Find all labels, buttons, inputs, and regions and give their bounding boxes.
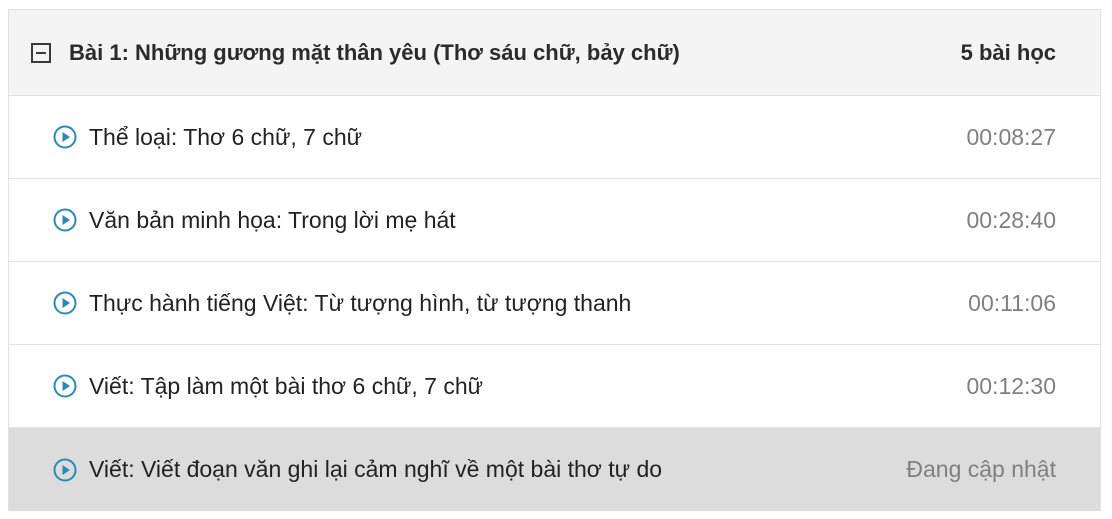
- play-circle-icon[interactable]: [53, 374, 77, 398]
- lesson-title: Văn bản minh họa: Trong lời mẹ hát: [89, 206, 456, 233]
- play-circle-icon[interactable]: [53, 291, 77, 315]
- lesson-item-1[interactable]: Thể loại: Thơ 6 chữ, 7 chữ 00:08:27: [9, 96, 1100, 179]
- play-circle-icon[interactable]: [53, 208, 77, 232]
- lesson-duration: 00:11:06: [968, 289, 1056, 316]
- lesson-title: Thực hành tiếng Việt: Từ tượng hình, từ …: [89, 289, 632, 316]
- play-circle-icon[interactable]: [53, 458, 77, 482]
- lesson-count: 5 bài học: [960, 39, 1056, 65]
- lesson-item-3[interactable]: Thực hành tiếng Việt: Từ tượng hình, từ …: [9, 262, 1100, 345]
- lesson-title: Viết: Tập làm một bài thơ 6 chữ, 7 chữ: [89, 372, 484, 399]
- lesson-title: Thể loại: Thơ 6 chữ, 7 chữ: [89, 123, 363, 150]
- lesson-duration: 00:28:40: [966, 206, 1056, 233]
- lesson-duration: 00:08:27: [966, 123, 1056, 150]
- lesson-item-5[interactable]: Viết: Viết đoạn văn ghi lại cảm nghĩ về …: [9, 428, 1100, 511]
- lesson-title: Viết: Viết đoạn văn ghi lại cảm nghĩ về …: [89, 456, 663, 482]
- lesson-item-2[interactable]: Văn bản minh họa: Trong lời mẹ hát 00:28…: [9, 179, 1100, 262]
- lesson-accordion: Bài 1: Những gương mặt thân yêu (Thơ sáu…: [8, 9, 1101, 511]
- lesson-duration: 00:12:30: [966, 372, 1056, 399]
- minus-square-icon[interactable]: [31, 42, 51, 63]
- lesson-status: Đang cập nhật: [906, 456, 1056, 482]
- section-title: Bài 1: Những gương mặt thân yêu (Thơ sáu…: [69, 39, 680, 65]
- lesson-item-4[interactable]: Viết: Tập làm một bài thơ 6 chữ, 7 chữ 0…: [9, 345, 1100, 428]
- play-circle-icon[interactable]: [53, 125, 77, 149]
- section-header[interactable]: Bài 1: Những gương mặt thân yêu (Thơ sáu…: [9, 10, 1100, 96]
